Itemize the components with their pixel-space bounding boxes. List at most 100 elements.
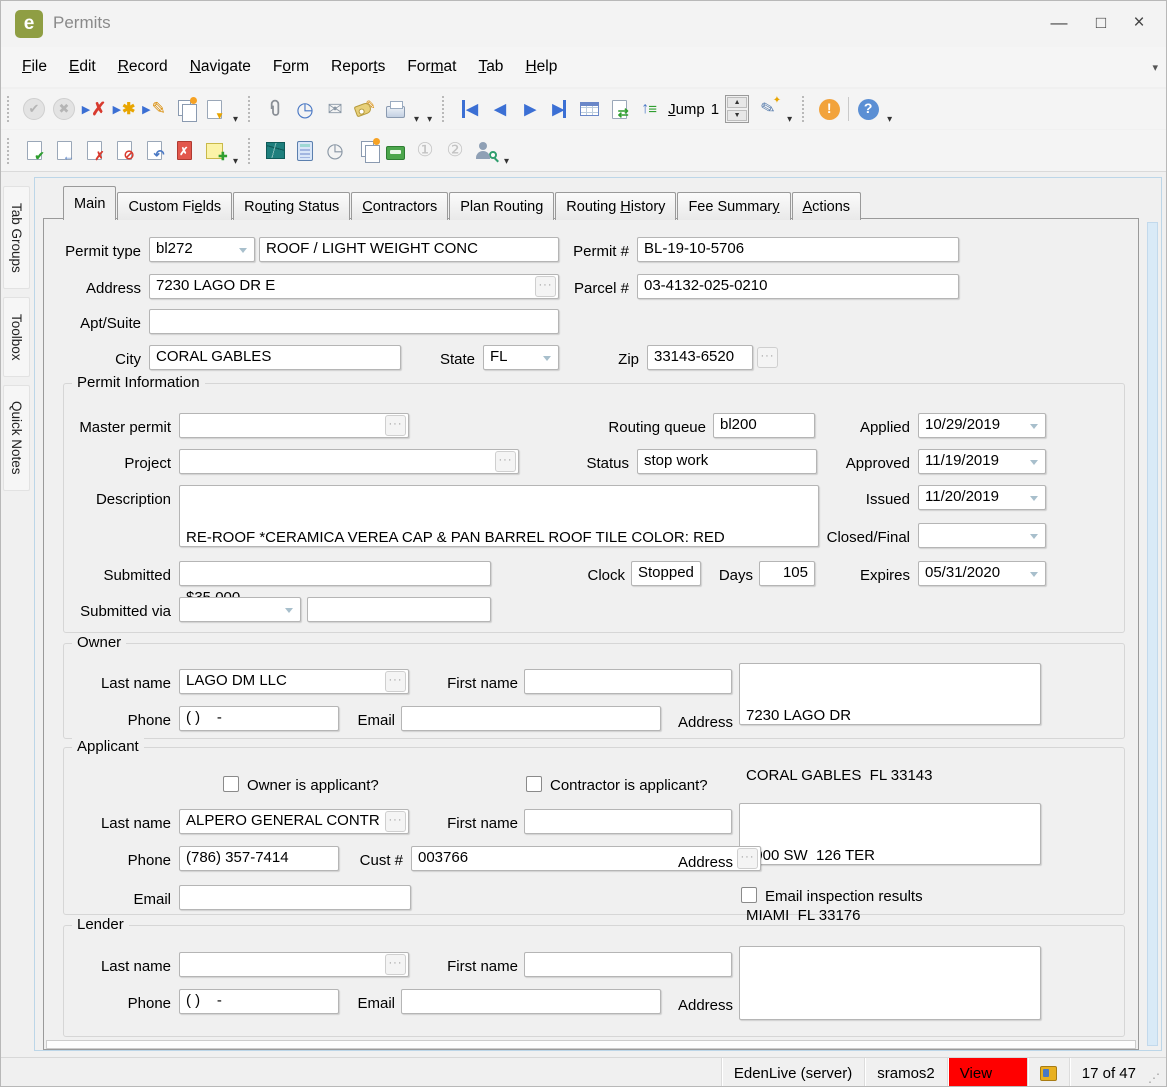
status-field[interactable]: stop work (637, 449, 817, 474)
alerts-button[interactable] (814, 93, 844, 125)
grid-view-button[interactable] (574, 93, 604, 125)
issued-date-combo[interactable]: 11/20/2019 (918, 485, 1046, 510)
next-record-button[interactable]: ▶ (514, 93, 544, 125)
applicant-lookup-button[interactable]: ··· (385, 811, 406, 832)
menu-help[interactable]: Help (514, 52, 568, 82)
owner-phone-field[interactable]: ( ) - (179, 706, 339, 731)
menu-edit[interactable]: Edit (58, 52, 107, 82)
close-button[interactable]: × (1122, 7, 1156, 39)
parcel-field[interactable]: 03-4132-025-0210 (637, 274, 959, 299)
permit-type-combo[interactable]: bl272 (149, 237, 255, 262)
permit-type-desc-field[interactable]: ROOF / LIGHT WEIGHT CONC (259, 237, 559, 262)
map-button[interactable] (260, 135, 290, 167)
toolbar-overflow-icon[interactable]: ▾ (423, 114, 436, 125)
minimize-button[interactable]: — (1042, 7, 1076, 39)
owner-last-name-field[interactable]: LAGO DM LLC (179, 669, 409, 694)
return-document-button[interactable]: ← (49, 135, 79, 167)
master-permit-field[interactable] (179, 413, 409, 438)
applicant-first-name-field[interactable] (524, 809, 732, 834)
accept-button[interactable]: ✔ (19, 93, 49, 125)
submitted-field[interactable] (179, 561, 491, 586)
maximize-button[interactable]: □ (1084, 7, 1118, 39)
notes-dropdown-icon[interactable]: ▾ (229, 156, 242, 167)
project-field[interactable] (179, 449, 519, 474)
tab-routing-history[interactable]: Routing History (555, 192, 677, 220)
mail-button[interactable]: ✉ (320, 93, 350, 125)
resize-grip[interactable] (1148, 1058, 1162, 1086)
tab-main[interactable]: Main (63, 186, 117, 220)
routing-queue-field[interactable]: bl200 (713, 413, 815, 438)
print-dropdown-icon[interactable]: ▾ (410, 114, 423, 125)
approve-document-button[interactable]: ✔ (19, 135, 49, 167)
tab-contractors[interactable]: Contractors (351, 192, 449, 220)
toolbar-drag-handle[interactable] (802, 96, 809, 122)
lender-phone-field[interactable]: ( ) - (179, 989, 339, 1014)
tools-dropdown-icon[interactable]: ▾ (500, 156, 513, 167)
sort-button[interactable]: ↑ ≡ (634, 93, 664, 125)
delete-record-button[interactable]: ▶ ✗ (79, 93, 109, 125)
lender-email-field[interactable] (401, 989, 661, 1014)
cust-number-lookup-button[interactable]: ··· (737, 848, 758, 869)
menu-form[interactable]: Form (262, 52, 320, 82)
applied-date-combo[interactable]: 10/29/2019 (918, 413, 1046, 438)
zip-field[interactable]: 33143-6520 (647, 345, 753, 370)
save-query-dropdown-icon[interactable]: ▾ (229, 114, 242, 125)
days-field[interactable]: 105 (759, 561, 815, 586)
calculator-button[interactable] (290, 135, 320, 167)
toolbar-drag-handle[interactable] (248, 137, 255, 164)
menu-record[interactable]: Record (107, 52, 179, 82)
copy-permit-button[interactable] (350, 135, 380, 167)
stop-document-button[interactable]: ⊘ (109, 135, 139, 167)
new-record-button[interactable]: ▶ ✱ (109, 93, 139, 125)
print-button[interactable] (380, 93, 410, 125)
delete-document-button[interactable]: ✗ (169, 135, 199, 167)
sidebar-quick-notes[interactable]: Quick Notes (3, 385, 30, 491)
toolbar-drag-handle[interactable] (248, 96, 255, 122)
undo-document-button[interactable]: ↶ (139, 135, 169, 167)
help-button[interactable] (853, 93, 883, 125)
tab-plan-routing[interactable]: Plan Routing (449, 192, 555, 220)
step-two-button[interactable]: ② (440, 135, 470, 167)
copy-record-button[interactable] (169, 93, 199, 125)
menu-navigate[interactable]: Navigate (179, 52, 262, 82)
owner-lookup-button[interactable]: ··· (385, 671, 406, 692)
vertical-scrollbar[interactable] (1147, 222, 1158, 1046)
reject-document-button[interactable]: ✗ (79, 135, 109, 167)
sidebar-tab-groups[interactable]: Tab Groups (3, 186, 30, 289)
applicant-phone-field[interactable]: (786) 357-7414 (179, 846, 339, 871)
owner-email-field[interactable] (401, 706, 661, 731)
first-record-button[interactable]: ◀ (454, 93, 484, 125)
menu-file[interactable]: File (11, 52, 58, 82)
state-combo[interactable]: FL (483, 345, 559, 370)
email-inspection-results-checkbox[interactable] (741, 887, 757, 903)
last-record-button[interactable]: ▶ (544, 93, 574, 125)
quick-notes-button[interactable]: ✎ ✦ (753, 93, 783, 125)
person-search-button[interactable] (470, 135, 500, 167)
applicant-address-box[interactable]: 8900 SW 126 TER MIAMI FL 33176 (739, 803, 1041, 924)
jump-spinner-up[interactable]: ▲ (727, 97, 748, 108)
city-field[interactable]: CORAL GABLES (149, 345, 401, 370)
add-note-button[interactable]: ✚ (199, 135, 229, 167)
previous-record-button[interactable]: ◀ (484, 93, 514, 125)
address-lookup-button[interactable]: ··· (535, 276, 556, 297)
tab-actions[interactable]: Actions (791, 192, 862, 220)
expires-date-combo[interactable]: 05/31/2020 (918, 561, 1046, 586)
menu-format[interactable]: Format (396, 52, 467, 82)
applicant-email-field[interactable] (179, 885, 411, 910)
menu-overflow-icon[interactable]: ▾ (1152, 61, 1158, 74)
time-button[interactable]: ◷ (320, 135, 350, 167)
project-lookup-button[interactable]: ··· (495, 451, 516, 472)
tab-custom-fields[interactable]: Custom Fields (117, 192, 233, 220)
master-permit-lookup-button[interactable]: ··· (385, 415, 406, 436)
address-field[interactable]: 7230 LAGO DR E (149, 274, 559, 299)
permit-number-field[interactable]: BL-19-10-5706 (637, 237, 959, 262)
edit-record-button[interactable]: ▶ ✎ (139, 93, 169, 125)
jump-spinner-down[interactable]: ▼ (727, 110, 748, 121)
attachments-button[interactable] (260, 93, 290, 125)
lender-address-box[interactable] (739, 946, 1041, 1020)
applicant-last-name-field[interactable]: ALPERO GENERAL CONTR (179, 809, 409, 834)
owner-address-box[interactable]: 7230 LAGO DR CORAL GABLES FL 33143 (739, 663, 1041, 784)
lender-last-name-field[interactable] (179, 952, 409, 977)
history-button[interactable]: ◷ (290, 93, 320, 125)
approved-date-combo[interactable]: 11/19/2019 (918, 449, 1046, 474)
